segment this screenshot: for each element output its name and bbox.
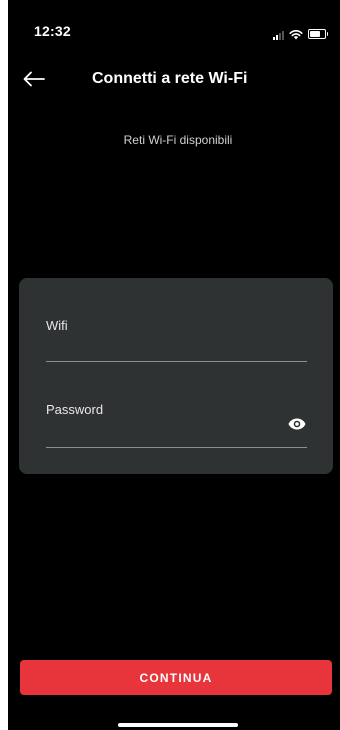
arrow-left-icon xyxy=(23,71,45,87)
toggle-password-visibility-button[interactable] xyxy=(287,414,307,434)
status-time: 12:32 xyxy=(34,23,71,39)
app-header: Connetti a rete Wi-Fi xyxy=(8,60,340,100)
networks-subtitle: Reti Wi-Fi disponibili xyxy=(123,133,233,147)
page-title: Connetti a rete Wi-Fi xyxy=(92,70,248,87)
wifi-input[interactable] xyxy=(46,336,276,358)
wifi-form-card: Wifi Password xyxy=(19,278,333,474)
wifi-field-label: Wifi xyxy=(46,318,68,333)
signal-icon xyxy=(273,30,284,40)
password-field[interactable]: Password xyxy=(46,400,307,448)
status-icons xyxy=(273,26,328,40)
status-bar: 12:32 xyxy=(8,0,340,60)
wifi-field[interactable]: Wifi xyxy=(46,316,307,362)
password-field-underline xyxy=(46,447,307,448)
wifi-icon xyxy=(289,30,303,40)
wifi-field-underline xyxy=(46,361,307,362)
continue-button[interactable]: CONTINUA xyxy=(20,660,332,695)
battery-icon xyxy=(308,29,328,39)
back-button[interactable] xyxy=(20,66,48,92)
password-input[interactable] xyxy=(46,420,276,442)
home-indicator[interactable] xyxy=(118,723,238,727)
eye-icon xyxy=(288,418,306,430)
password-field-label: Password xyxy=(46,402,104,417)
app-screen: 12:32 Connetti a rete Wi-Fi Reti Wi-Fi d… xyxy=(8,0,340,730)
